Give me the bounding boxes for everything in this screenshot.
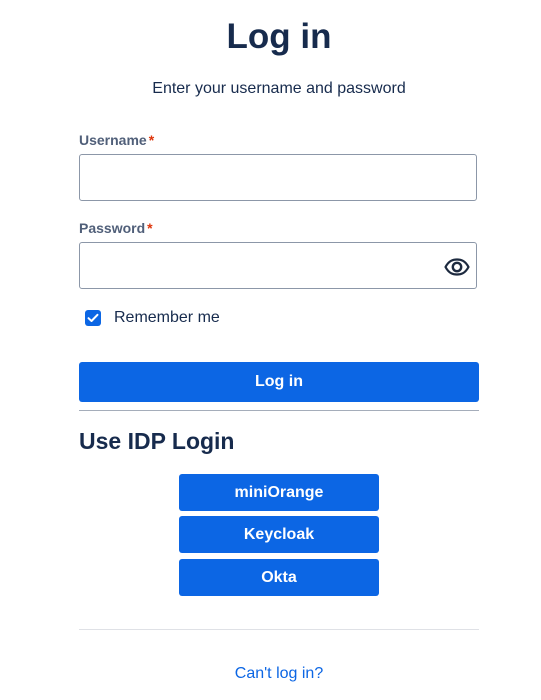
password-input[interactable] <box>79 242 477 289</box>
username-input[interactable] <box>79 154 477 201</box>
idp-keycloak-button[interactable]: Keycloak <box>179 516 379 553</box>
idp-miniorange-button[interactable]: miniOrange <box>179 474 379 511</box>
check-icon <box>87 313 99 322</box>
remember-me: Remember me <box>85 307 220 329</box>
divider <box>79 410 479 411</box>
footer-divider <box>79 629 479 630</box>
cant-login-link[interactable]: Can't log in? <box>0 663 541 685</box>
remember-me-checkbox[interactable] <box>85 310 101 326</box>
remember-me-label: Remember me <box>114 309 220 326</box>
username-required-mark: * <box>148 132 155 148</box>
page-title: Log in <box>226 17 332 56</box>
username-label-text: Username <box>79 132 147 148</box>
username-label: Username * <box>79 131 154 149</box>
login-button[interactable]: Log in <box>79 362 479 402</box>
password-label-text: Password <box>79 220 146 236</box>
idp-okta-button[interactable]: Okta <box>179 559 379 596</box>
page-subtitle: Enter your username and password <box>152 80 406 97</box>
password-label: Password * <box>79 219 153 237</box>
password-required-mark: * <box>147 220 153 236</box>
idp-heading: Use IDP Login <box>79 428 235 454</box>
eye-icon[interactable] <box>443 255 471 279</box>
